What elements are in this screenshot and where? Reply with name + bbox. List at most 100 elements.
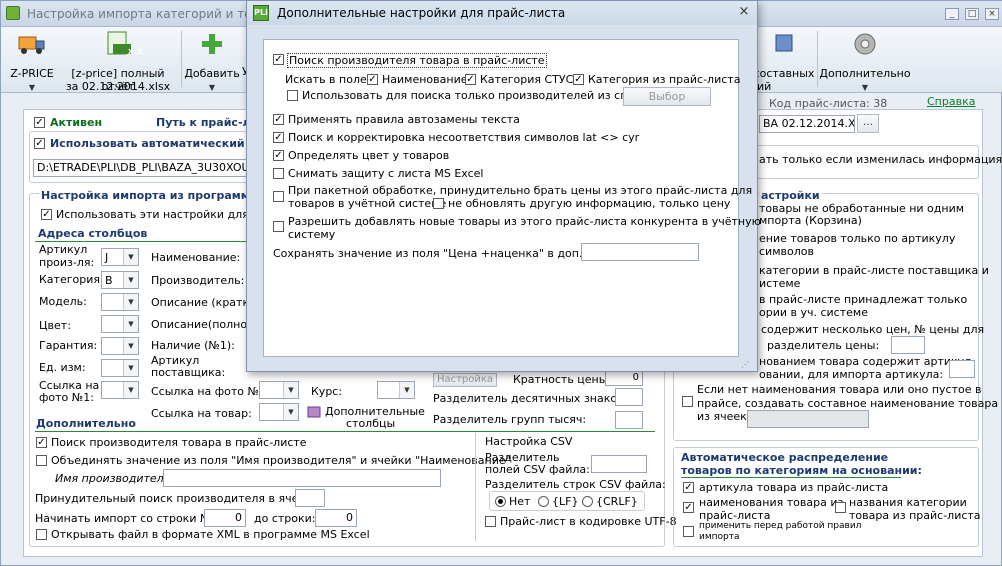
- field-sep-input[interactable]: [591, 455, 647, 473]
- active-checkbox[interactable]: ✓: [34, 117, 45, 128]
- dec-sep-input[interactable]: [615, 388, 643, 406]
- right-r3-2: истеме: [759, 277, 801, 290]
- dlg-autoreplace-checkbox[interactable]: ✓: [273, 114, 284, 125]
- dlg-latcyr-checkbox[interactable]: ✓: [273, 132, 284, 143]
- row-sep-lf-radio[interactable]: [538, 496, 549, 507]
- producer-name-label: Имя производителя:: [55, 472, 175, 485]
- start-row-input[interactable]: 0: [204, 509, 246, 527]
- utf8-checkbox[interactable]: [485, 516, 496, 527]
- dlg-field-cat-checkbox[interactable]: ✓: [573, 74, 584, 85]
- row-sep-lf-label: {LF}: [552, 495, 579, 508]
- file-input[interactable]: BA 02.12.2014.XLS: [759, 115, 855, 133]
- right-r7-2: прайсе, создавать составное наименование…: [697, 397, 999, 410]
- model-combo[interactable]: ▼: [101, 293, 139, 311]
- photo1-combo[interactable]: ▼: [101, 381, 139, 399]
- dlg-batch-checkbox[interactable]: [273, 191, 284, 202]
- pli-icon: PLi: [253, 5, 269, 21]
- dlg-field-name-checkbox[interactable]: ✓: [367, 74, 378, 85]
- maximize-icon[interactable]: □: [965, 8, 979, 20]
- forced-search-input[interactable]: [295, 489, 325, 507]
- csv-divider: [475, 433, 476, 541]
- course-combo[interactable]: ▼: [377, 381, 415, 399]
- to-row-input[interactable]: 0: [315, 509, 357, 527]
- zprice-button[interactable]: Z-PRICE ▼: [7, 29, 57, 92]
- apply-rules-label-1: применить перед работой правил: [699, 521, 862, 531]
- dlg-search-producer-checkbox[interactable]: ✓: [273, 54, 284, 65]
- color-combo[interactable]: ▼: [101, 315, 139, 333]
- zprice-label: Z-PRICE: [10, 67, 54, 80]
- autodist-title-1: Автоматическое распределение: [681, 451, 889, 464]
- dialog-close-icon[interactable]: ×: [737, 5, 751, 19]
- app-icon: [6, 6, 20, 20]
- dlg-allow-new-checkbox[interactable]: [273, 221, 284, 232]
- dialog-title-bar[interactable]: PLi Дополнительные настройки для прайс-л…: [247, 1, 757, 25]
- by-category-checkbox[interactable]: [835, 502, 846, 513]
- dlg-field-stus-label: Категория СТУС: [480, 73, 574, 86]
- course-label: Курс:: [311, 385, 343, 398]
- close-icon[interactable]: ×: [985, 8, 999, 20]
- composite-button[interactable]: составных ий: [753, 29, 815, 93]
- price-sep-input[interactable]: [891, 336, 925, 354]
- chevron-down-icon: ▼: [208, 83, 216, 92]
- by-article-checkbox[interactable]: ✓: [683, 482, 694, 493]
- toolbar-separator: [817, 31, 818, 87]
- minimize-icon[interactable]: _: [945, 8, 959, 20]
- dlg-color-checkbox[interactable]: ✓: [273, 150, 284, 161]
- row-sep-crlf-radio[interactable]: [582, 496, 593, 507]
- name-label: Наименование:: [151, 251, 241, 264]
- composite-cells-input[interactable]: [747, 410, 869, 428]
- dlg-field-stus-checkbox[interactable]: ✓: [465, 74, 476, 85]
- autodist-divider: [681, 477, 901, 478]
- composite-name-checkbox[interactable]: [682, 396, 693, 407]
- unit-combo[interactable]: ▼: [101, 359, 139, 377]
- multiplicity-input[interactable]: 0: [605, 371, 643, 386]
- dlg-batch-label-2: товаров в учётной системе: [288, 197, 447, 210]
- forced-search-label: Принудительный поиск производителя в яче…: [35, 492, 323, 505]
- right-settings-title: астройки: [759, 189, 822, 202]
- auto-import-checkbox[interactable]: ✓: [34, 138, 45, 149]
- thou-sep-input[interactable]: [615, 411, 643, 429]
- browse-button[interactable]: ...: [857, 114, 879, 133]
- dlg-unprotect-checkbox[interactable]: [273, 168, 284, 179]
- article-import-input[interactable]: [949, 360, 975, 378]
- add-button[interactable]: Добавить ▼: [183, 29, 241, 92]
- row-sep-none-radio[interactable]: [495, 496, 506, 507]
- dlg-no-update-label: не обновлять другую информацию, только ц…: [448, 197, 731, 210]
- merge-checkbox[interactable]: [36, 455, 47, 466]
- merge-label: Объединять значение из поля "Имя произво…: [51, 454, 511, 467]
- chevron-down-icon: ▼: [123, 294, 138, 310]
- dlg-only-list-checkbox[interactable]: [287, 90, 298, 101]
- composite-label-1: составных: [753, 67, 815, 80]
- dlg-save-markup-input[interactable]: [581, 243, 699, 261]
- path-input[interactable]: D:\ETRADE\PLI\DB_PLI\BAZA_3U30XOU08\: [33, 159, 247, 177]
- report-button[interactable]: XLS [z-price] полный отчёт за 02.12.2014…: [57, 29, 179, 93]
- right-r4-1: в прайс-листе принадлежат только: [759, 293, 968, 306]
- resize-grip-icon[interactable]: ⋰: [741, 361, 749, 369]
- article-combo[interactable]: J ▼: [101, 248, 139, 266]
- dlg-choose-button[interactable]: Выбор: [623, 87, 711, 106]
- open-xml-checkbox[interactable]: [36, 529, 47, 540]
- right-r5-sep: разделитель цены:: [767, 339, 880, 352]
- setting-button[interactable]: Настройка: [433, 373, 497, 387]
- help-link[interactable]: Справка: [927, 95, 975, 108]
- dlg-no-update-checkbox[interactable]: [433, 198, 444, 209]
- by-name-checkbox[interactable]: ✓: [683, 502, 694, 513]
- row-sep-label: Разделитель строк CSV файла:: [485, 478, 666, 491]
- category-combo[interactable]: B ▼: [101, 271, 139, 289]
- to-row-label: до строки:: [254, 512, 316, 525]
- goods-link-combo[interactable]: ▼: [259, 403, 299, 421]
- unit-label: Ед. изм:: [39, 361, 86, 374]
- use-all-checkbox[interactable]: ✓: [41, 209, 52, 220]
- extra-columns-link-2[interactable]: столбцы: [346, 417, 395, 430]
- producer-name-input[interactable]: [163, 469, 441, 487]
- chevron-down-icon: ▼: [28, 83, 36, 92]
- model-label: Модель:: [39, 295, 87, 308]
- by-category-label-1: названия категории: [849, 496, 967, 509]
- apply-rules-label-2: импорта: [699, 532, 740, 542]
- search-producer-checkbox[interactable]: ✓: [36, 437, 47, 448]
- warranty-combo[interactable]: ▼: [101, 337, 139, 355]
- photo2-combo[interactable]: ▼: [259, 381, 299, 399]
- apply-rules-checkbox[interactable]: [683, 526, 694, 537]
- composite-icon: [775, 34, 793, 52]
- extra-button[interactable]: Дополнительно ▼: [819, 29, 911, 92]
